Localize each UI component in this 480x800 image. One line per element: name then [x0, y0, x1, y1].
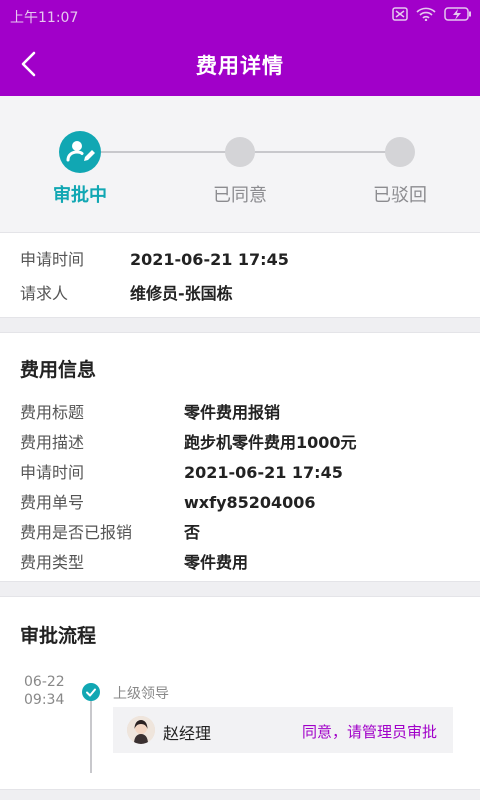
step-label-rejected: 已驳回 [373, 185, 427, 206]
info-label: 申请时间 [20, 250, 85, 269]
step-rejected-dot [385, 137, 415, 167]
info-value: wxfy85204006 [184, 493, 316, 512]
expense-row-reimbursed: 费用是否已报销 否 [20, 519, 200, 543]
step-agreed-dot [225, 137, 255, 167]
info-label: 费用描述 [20, 433, 85, 452]
approval-flow-card: 审批流程 06-22 09:34 上级领导 赵经理 同意，请管理员审批 [0, 596, 480, 790]
step-connector [254, 151, 386, 153]
timeline-time: 09:34 [24, 692, 65, 708]
info-value: 零件费用 [184, 553, 249, 572]
info-value: 维修员-张国栋 [130, 284, 233, 303]
section-title: 审批流程 [20, 625, 97, 647]
expense-row-apply-time: 申请时间 2021-06-21 17:45 [20, 459, 343, 483]
timeline-date: 06-22 [24, 674, 65, 690]
info-label: 请求人 [20, 284, 69, 303]
expense-row-number: 费用单号 wxfy85204006 [20, 489, 316, 513]
approval-record: 赵经理 同意，请管理员审批 [113, 707, 453, 753]
approval-comment: 同意，请管理员审批 [301, 723, 437, 741]
step-approving-dot [59, 131, 101, 173]
timeline-timestamp: 06-22 09:34 [24, 673, 65, 709]
expense-row-title: 费用标题 零件费用报销 [20, 399, 280, 423]
info-label: 申请时间 [20, 463, 85, 482]
status-bar: 上午11:07 [0, 0, 480, 32]
step-connector [101, 151, 226, 153]
request-card: 申请时间 2021-06-21 17:45 请求人 维修员-张国栋 [0, 232, 480, 318]
step-label-agreed: 已同意 [213, 185, 267, 206]
expense-row-type: 费用类型 零件费用 [20, 549, 248, 573]
status-time: 上午11:07 [10, 10, 79, 26]
wifi-icon [416, 7, 436, 21]
info-label: 费用标题 [20, 403, 85, 422]
approver-name: 赵经理 [163, 724, 212, 743]
timeline-line [90, 695, 92, 773]
info-label: 费用是否已报销 [20, 523, 133, 542]
expense-info-card: 费用信息 费用标题 零件费用报销 费用描述 跑步机零件费用1000元 申请时间 202… [0, 332, 480, 582]
approver-edit-icon [66, 141, 95, 162]
approval-stepper: 审批中 已同意 已驳回 [0, 96, 480, 232]
nav-bar: 费用详情 [0, 32, 480, 96]
info-value: 2021-06-21 17:45 [184, 463, 343, 482]
battery-icon [444, 7, 471, 21]
info-row-requester: 请求人 维修员-张国栋 [20, 280, 233, 304]
info-value: 跑步机零件费用1000元 [184, 433, 357, 452]
step-label-approving: 审批中 [53, 185, 107, 206]
notification-icon [392, 7, 408, 21]
info-label: 费用类型 [20, 553, 85, 572]
check-icon [82, 683, 100, 701]
info-label: 费用单号 [20, 493, 85, 512]
info-row-apply-time: 申请时间 2021-06-21 17:45 [20, 246, 289, 270]
expense-row-description: 费用描述 跑步机零件费用1000元 [20, 429, 357, 453]
info-value: 否 [184, 523, 201, 542]
info-value: 零件费用报销 [184, 403, 281, 422]
timeline-stage: 上级领导 [113, 686, 169, 702]
avatar [127, 716, 155, 744]
status-icons [392, 7, 472, 21]
page-title: 费用详情 [196, 54, 284, 78]
info-value: 2021-06-21 17:45 [130, 250, 289, 269]
section-title: 费用信息 [20, 359, 97, 381]
